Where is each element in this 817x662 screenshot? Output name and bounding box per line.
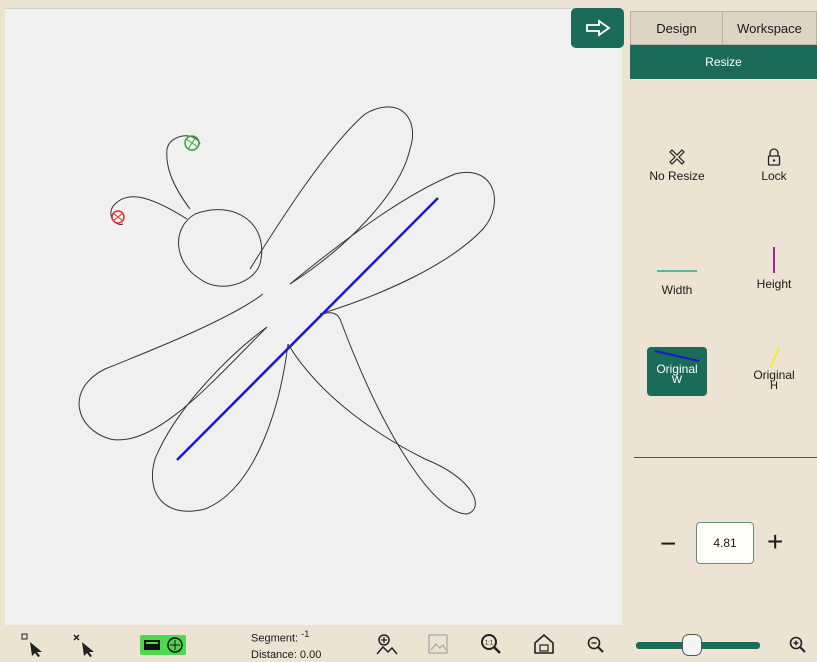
- tab-workspace[interactable]: Workspace: [722, 11, 817, 45]
- svg-text:1:1: 1:1: [485, 641, 494, 647]
- lock-label: Lock: [761, 169, 787, 183]
- toggle-icons: [144, 637, 183, 653]
- no-resize-option[interactable]: No Resize: [637, 148, 717, 183]
- size-value-field[interactable]: 4.81: [696, 522, 754, 564]
- segment-value: -1: [301, 629, 310, 639]
- original-h-line-icon: [769, 347, 780, 369]
- right-panel: Design Workspace Resize No Resize Lock W…: [627, 8, 817, 625]
- tab-design[interactable]: Design: [630, 11, 723, 45]
- panel-divider: [634, 457, 817, 458]
- zoom-slider-thumb[interactable]: [682, 634, 702, 656]
- distance-value: 0.00: [299, 649, 322, 661]
- zoom-in-icon[interactable]: [789, 636, 807, 654]
- arrow-right-button[interactable]: [571, 8, 624, 48]
- width-label: Width: [661, 283, 693, 297]
- select-node-tool-icon[interactable]: [20, 633, 46, 657]
- original-h-sub: H: [770, 380, 778, 392]
- delete-node-tool-icon[interactable]: [72, 633, 98, 657]
- add-image-icon[interactable]: [375, 633, 399, 657]
- original-w-line-icon: [654, 350, 700, 362]
- distance-readout: Distance: 0.00: [251, 649, 321, 661]
- original-w-option[interactable]: Original W: [647, 347, 707, 396]
- bottom-toolbar: Segment: -1 Distance: 0.00 1:1: [0, 625, 817, 662]
- segment-label: Segment:: [251, 632, 299, 645]
- original-w-sub: W: [671, 374, 683, 386]
- lock-option[interactable]: Lock: [734, 148, 814, 183]
- zoom-out-icon[interactable]: [587, 636, 605, 654]
- x-icon: [669, 149, 685, 165]
- resize-header[interactable]: Resize: [630, 45, 817, 79]
- width-option[interactable]: Width: [637, 263, 717, 297]
- width-line-icon: [657, 270, 697, 272]
- measure-line: [176, 197, 439, 461]
- height-label: Height: [756, 277, 792, 291]
- original-h-option[interactable]: Original H: [734, 347, 814, 396]
- view-toggle-button[interactable]: [140, 635, 186, 655]
- zoom-fit-icon[interactable]: 1:1: [480, 633, 502, 655]
- dragonfly-design: [78, 106, 495, 515]
- image-disabled-icon: [428, 634, 448, 654]
- lock-icon: [767, 148, 781, 166]
- height-line-icon: [773, 247, 775, 273]
- increase-button[interactable]: +: [767, 528, 783, 556]
- design-canvas[interactable]: [5, 8, 622, 626]
- distance-label: Distance:: [251, 649, 297, 661]
- height-option[interactable]: Height: [734, 246, 814, 291]
- segment-readout: Segment: -1: [251, 629, 309, 645]
- arrow-right-icon: [585, 19, 611, 37]
- no-resize-label: No Resize: [649, 169, 705, 183]
- decrease-button[interactable]: −: [660, 530, 676, 558]
- home-icon[interactable]: [533, 633, 555, 655]
